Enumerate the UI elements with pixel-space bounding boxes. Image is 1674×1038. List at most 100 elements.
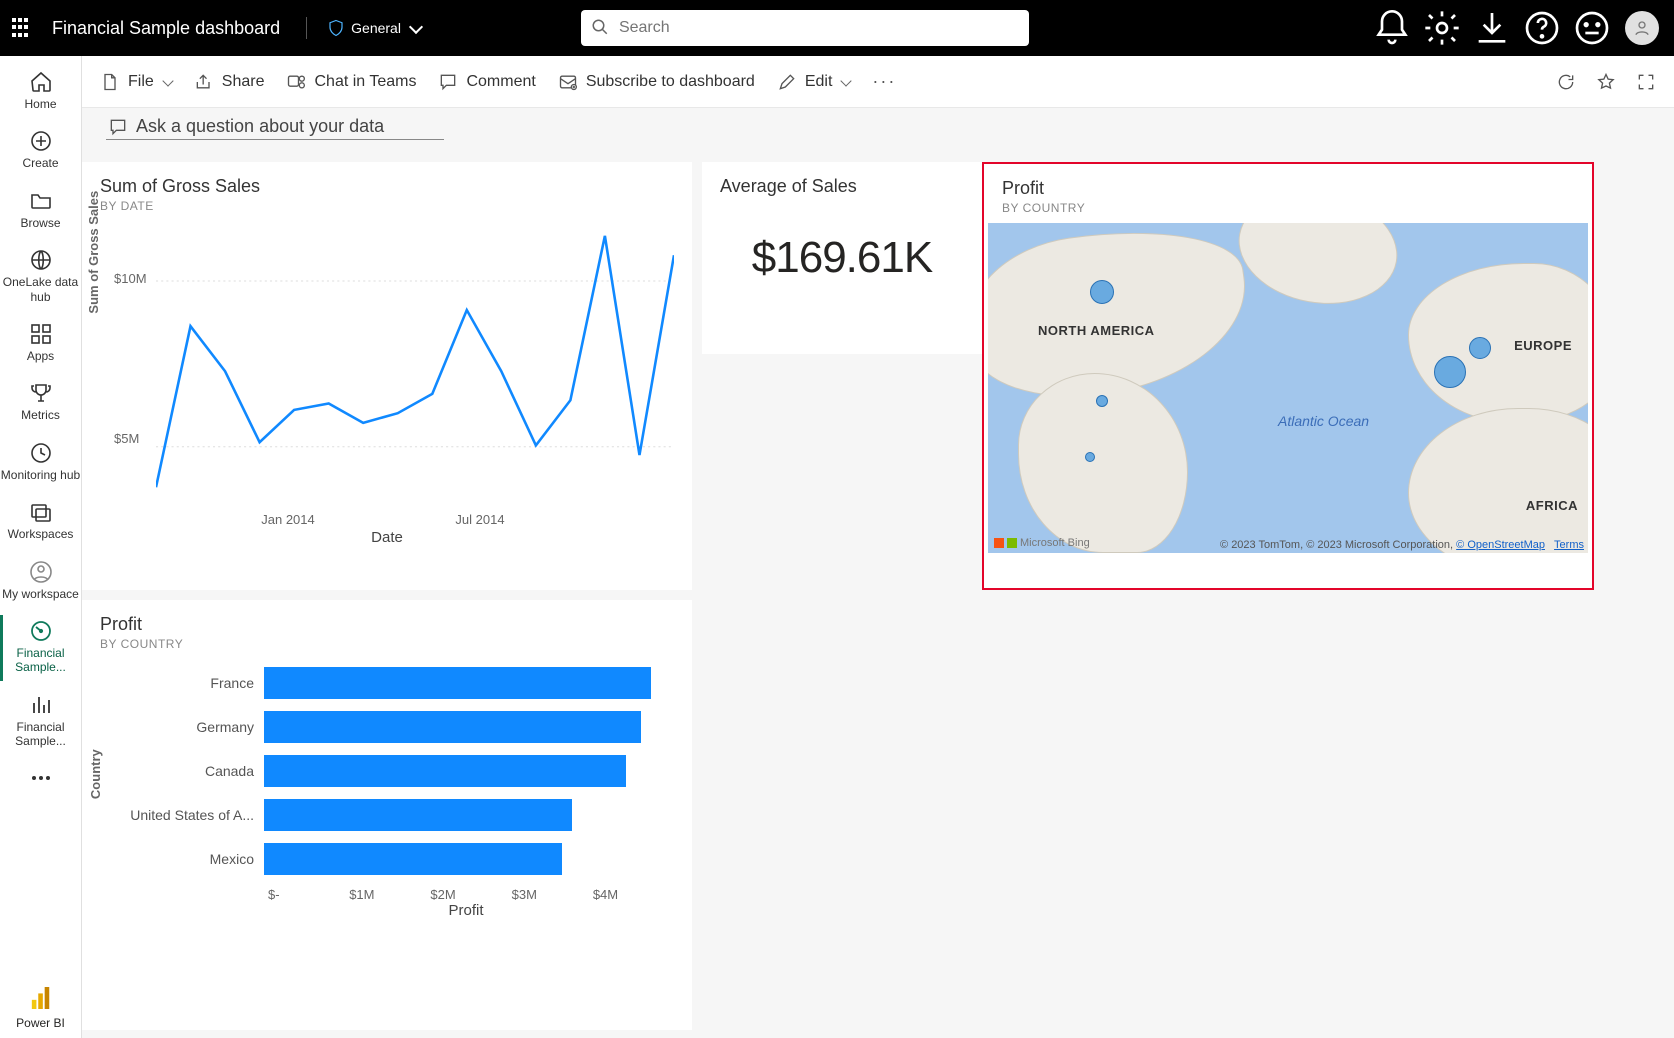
monitor-icon [29,441,53,465]
bar-row: Mexico [114,837,674,881]
chevron-down-icon [162,75,173,86]
gauge-icon [29,619,53,643]
bar-row: Germany [114,705,674,749]
rail-create[interactable]: Create [0,121,81,180]
divider [306,17,307,39]
rail-powerbi[interactable]: Power BI [0,977,81,1038]
sensitivity-label[interactable]: General [327,19,421,37]
tile-subtitle: BY DATE [82,197,692,219]
bar [264,711,641,743]
tile-gross-sales-line[interactable]: Sum of Gross Sales BY DATE Sum of Gross … [82,162,692,590]
dashboard-title: Financial Sample dashboard [52,18,280,39]
favorite-button[interactable] [1596,72,1616,92]
file-icon [100,72,120,92]
x-tick: Jan 2014 [261,512,315,527]
comment-icon [108,117,128,137]
powerbi-icon [30,985,52,1011]
share-icon [194,72,214,92]
bar [264,755,626,787]
line-chart: Sum of Gross Sales $10M $5M Jan 2014 Jul… [108,223,674,527]
rail-financial-report[interactable]: Financial Sample... [0,685,81,759]
terms-link[interactable]: Terms [1554,539,1584,551]
app-launcher-icon[interactable] [12,18,32,38]
dashboard-canvas: Ask a question about your data Sum of Gr… [82,108,1674,1038]
bar-row: France [114,661,674,705]
cmd-chat[interactable]: Chat in Teams [286,72,416,92]
download-button[interactable] [1472,8,1512,48]
tile-subtitle: BY COUNTRY [984,199,1592,221]
account-button[interactable] [1622,8,1662,48]
rail-onelake[interactable]: OneLake data hub [0,240,81,314]
qna-input[interactable]: Ask a question about your data [106,116,444,140]
x-axis-label: Date [82,529,692,546]
bar-category: Canada [114,763,264,779]
search-container [581,10,1029,46]
chevron-down-icon [409,19,423,33]
top-header: Financial Sample dashboard General [0,0,1674,56]
tile-title: Profit [984,164,1592,199]
map-attribution: © 2023 TomTom, © 2023 Microsoft Corporat… [1220,539,1584,551]
rail-myworkspace[interactable]: My workspace [0,552,81,611]
y-axis-label: Country [88,749,103,799]
cmd-edit[interactable]: Edit [777,72,851,92]
feedback-button[interactable] [1572,8,1612,48]
tile-subtitle: BY COUNTRY [82,635,692,657]
subscribe-icon [558,72,578,92]
map-bing-logo: Microsoft Bing [994,537,1090,549]
command-bar: File Share Chat in Teams Comment Subscri… [82,56,1674,108]
ellipsis-icon: ··· [872,71,896,92]
search-icon [591,18,609,36]
left-nav-rail: Home Create Browse OneLake data hub Apps… [0,56,82,1038]
x-axis: $-$1M$2M$3M$4M [268,887,674,902]
map-label-eu: EUROPE [1514,338,1572,353]
folder-icon [29,189,53,213]
refresh-button[interactable] [1556,72,1576,92]
bar-row: United States of A... [114,793,674,837]
map-label-ocean: Atlantic Ocean [1278,413,1369,430]
tile-title: Average of Sales [702,162,982,197]
ellipsis-icon [29,766,53,790]
y-tick: $5M [114,431,139,446]
help-button[interactable] [1522,8,1562,48]
line-chart-svg [156,223,674,513]
kpi-value: $169.61K [702,233,982,283]
fullscreen-button[interactable] [1636,72,1656,92]
settings-button[interactable] [1422,8,1462,48]
cmd-subscribe[interactable]: Subscribe to dashboard [558,72,755,92]
cmd-file[interactable]: File [100,72,172,92]
tile-avg-sales[interactable]: Average of Sales $169.61K [702,162,982,354]
bar-row: Canada [114,749,674,793]
cmd-share[interactable]: Share [194,72,265,92]
onelake-icon [29,248,53,272]
rail-home[interactable]: Home [0,62,81,121]
shield-icon [327,19,345,37]
apps-icon [29,322,53,346]
plus-circle-icon [29,129,53,153]
map-bubble[interactable] [1434,356,1466,388]
rail-apps[interactable]: Apps [0,314,81,373]
search-input[interactable] [581,10,1029,46]
cmd-comment[interactable]: Comment [438,72,535,92]
rail-more[interactable] [0,758,81,803]
avatar-icon [1625,11,1659,45]
rail-monitoring[interactable]: Monitoring hub [0,433,81,492]
pencil-icon [777,72,797,92]
workspaces-icon [29,500,53,524]
rail-browse[interactable]: Browse [0,181,81,240]
tile-title: Sum of Gross Sales [82,162,692,197]
map-label-na: NORTH AMERICA [1038,323,1155,338]
tile-profit-bar[interactable]: Profit BY COUNTRY Country France Germany C… [82,600,692,1030]
x-tick: Jul 2014 [455,512,504,527]
notifications-button[interactable] [1372,8,1412,48]
rail-metrics[interactable]: Metrics [0,373,81,432]
rail-workspaces[interactable]: Workspaces [0,492,81,551]
home-icon [29,70,53,94]
tile-profit-map[interactable]: Profit BY COUNTRY NORTH AMERICA EUROPE A… [982,162,1594,590]
bar-chart: Country FranceGermanyCanadaUnited States… [108,661,674,987]
rail-financial-dashboard[interactable]: Financial Sample... [0,611,81,685]
bar-category: France [114,675,264,691]
tile-title: Profit [82,600,692,635]
map-label-af: AFRICA [1526,498,1578,513]
cmd-more[interactable]: ··· [872,71,896,92]
osm-link[interactable]: © OpenStreetMap [1456,539,1545,551]
